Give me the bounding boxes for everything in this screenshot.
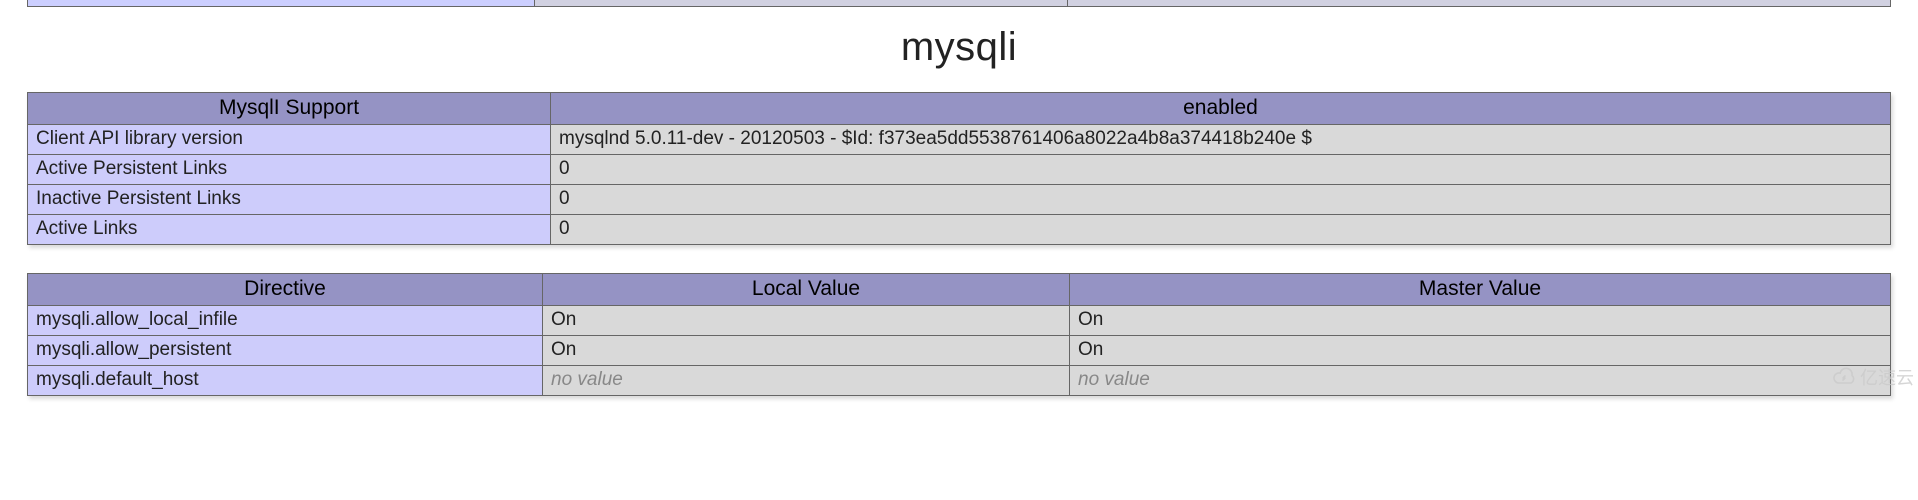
directive-local: On: [543, 306, 1070, 336]
cloud-icon: [1832, 365, 1856, 389]
watermark-text: 亿速云: [1860, 364, 1914, 390]
mysqli-directives-table: Directive Local Value Master Value mysql…: [27, 273, 1891, 396]
section-title: mysqli: [0, 25, 1918, 70]
table-row: mysqli.allow_persistent On On: [28, 336, 1891, 366]
table-row: Active Links 0: [28, 215, 1891, 245]
support-header-left: MysqlI Support: [28, 93, 551, 125]
table-row: mysqli.allow_local_infile On On: [28, 306, 1891, 336]
support-key: Active Links: [28, 215, 551, 245]
directive-name: mysqli.default_host: [28, 366, 543, 396]
support-key: Active Persistent Links: [28, 155, 551, 185]
support-val: mysqlnd 5.0.11-dev - 20120503 - $Id: f37…: [551, 125, 1891, 155]
directive-local: no value: [543, 366, 1070, 396]
directive-master: On: [1070, 336, 1891, 366]
directive-local: On: [543, 336, 1070, 366]
directive-name: mysqli.allow_persistent: [28, 336, 543, 366]
directive-master: no value: [1070, 366, 1891, 396]
watermark: 亿速云: [1832, 364, 1914, 390]
support-val: 0: [551, 155, 1891, 185]
support-key: Client API library version: [28, 125, 551, 155]
master-value-header: Master Value: [1070, 274, 1891, 306]
support-val: 0: [551, 185, 1891, 215]
support-header-right: enabled: [551, 93, 1891, 125]
previous-section-row-fragment: [27, 0, 1891, 7]
directive-header: Directive: [28, 274, 543, 306]
directive-master: On: [1070, 306, 1891, 336]
table-row: Client API library version mysqlnd 5.0.1…: [28, 125, 1891, 155]
support-key: Inactive Persistent Links: [28, 185, 551, 215]
mysqli-support-table: MysqlI Support enabled Client API librar…: [27, 92, 1891, 245]
table-row: Inactive Persistent Links 0: [28, 185, 1891, 215]
support-val: 0: [551, 215, 1891, 245]
local-value-header: Local Value: [543, 274, 1070, 306]
table-row: mysqli.default_host no value no value: [28, 366, 1891, 396]
table-row: Active Persistent Links 0: [28, 155, 1891, 185]
directive-name: mysqli.allow_local_infile: [28, 306, 543, 336]
